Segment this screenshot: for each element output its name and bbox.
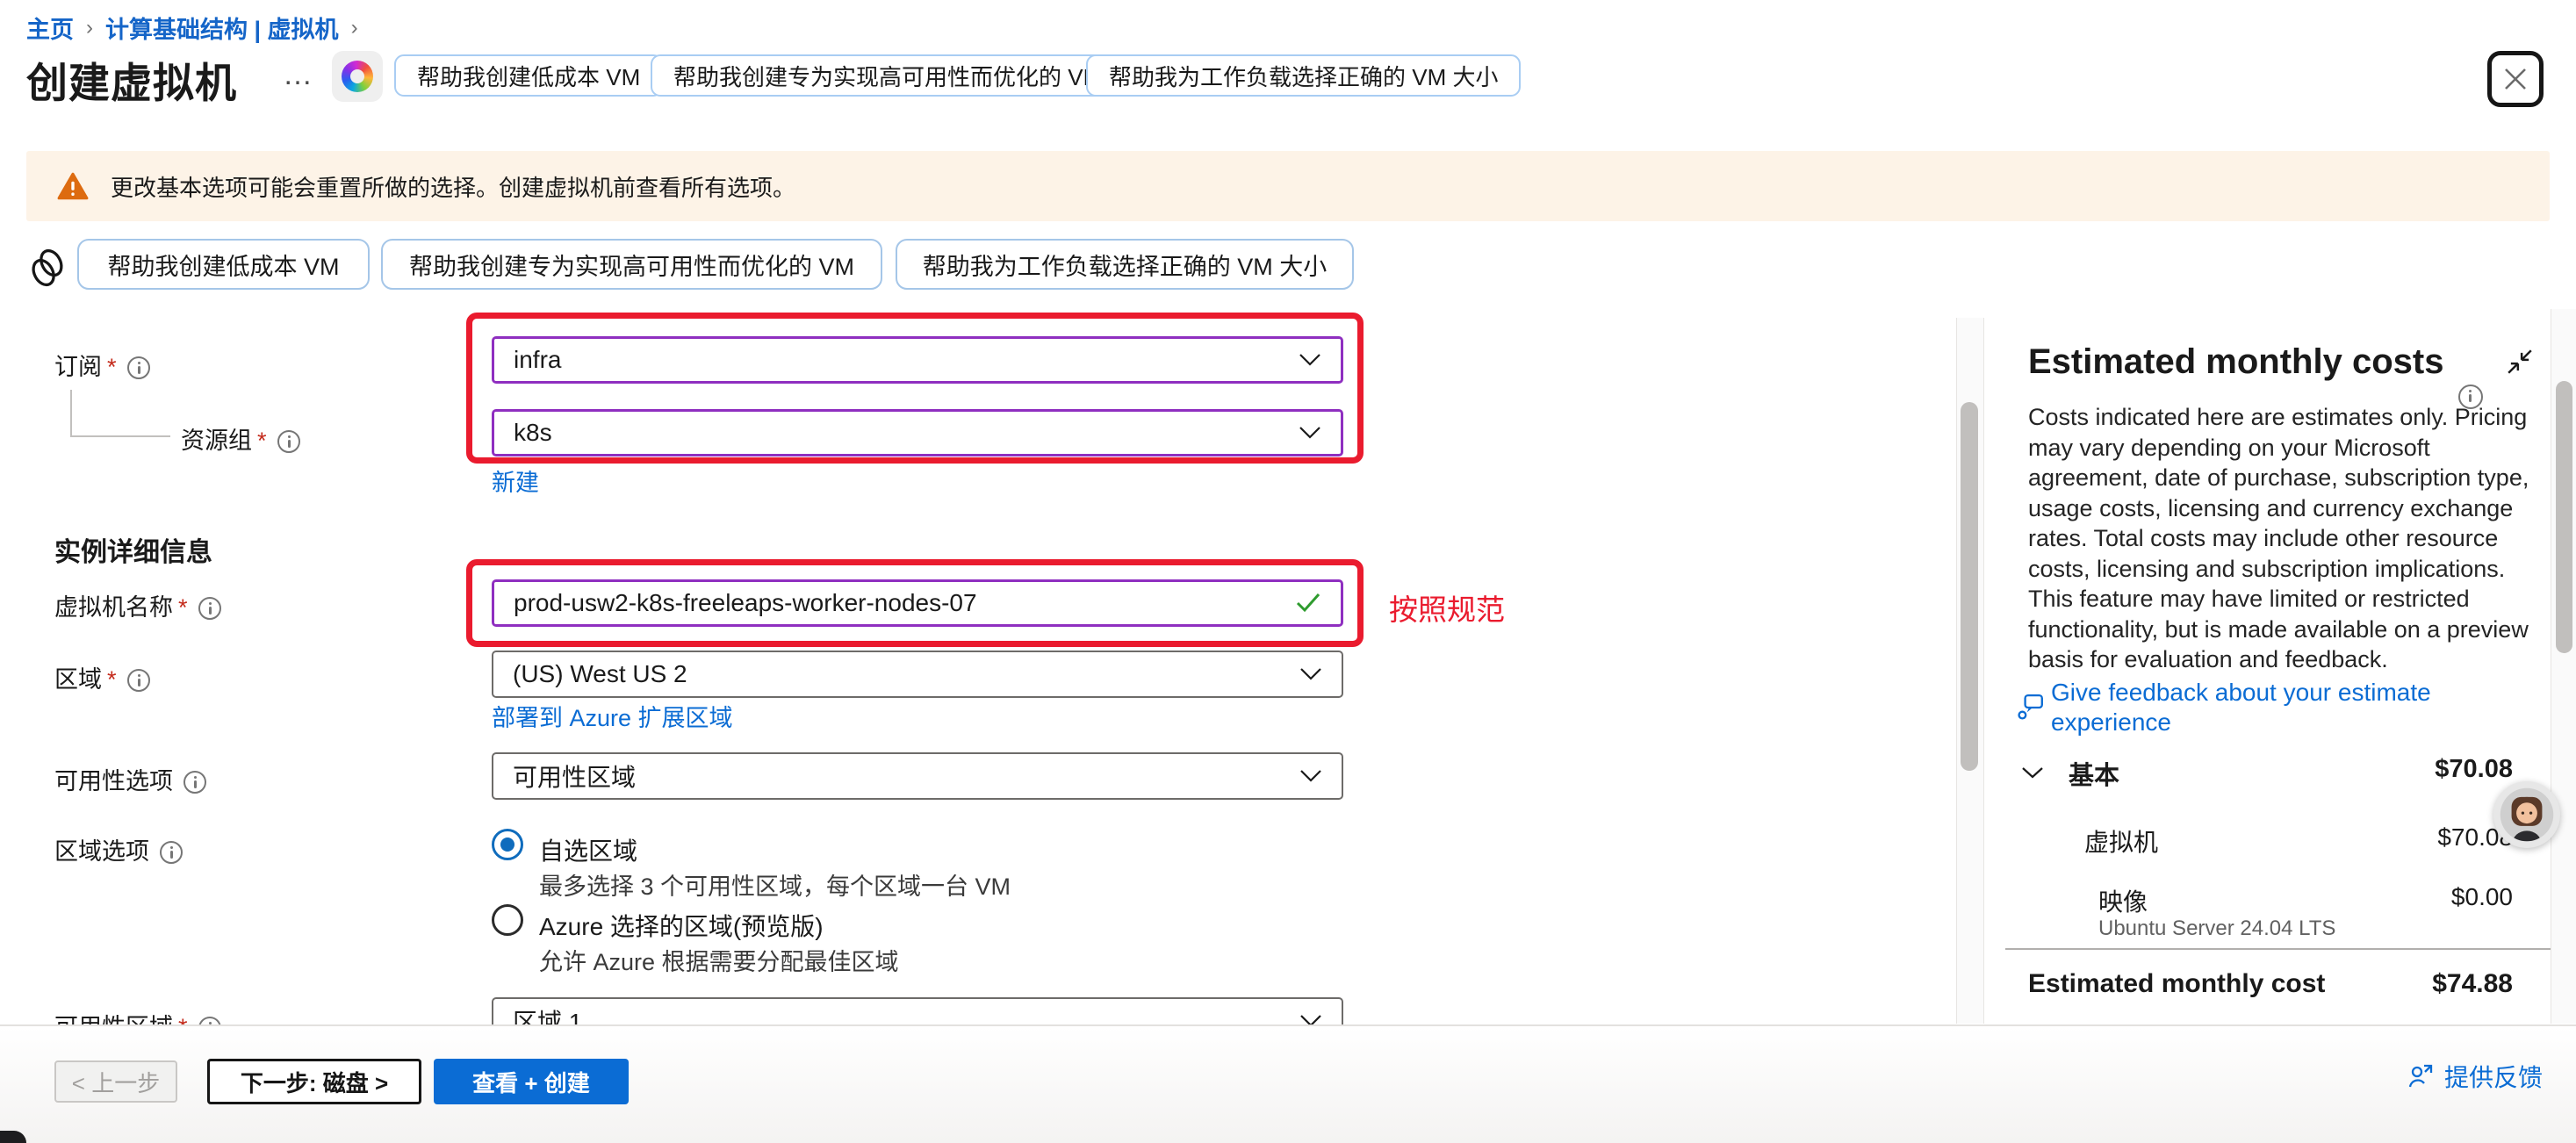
panel-scrollbar-thumb[interactable] <box>2556 381 2572 653</box>
feedback-footer-link[interactable]: 提供反馈 <box>2407 1059 2543 1094</box>
suggestion-vm-size-button-2[interactable]: 帮助我为工作负载选择正确的 VM 大小 <box>896 239 1354 290</box>
create-new-resource-group-link[interactable]: 新建 <box>492 464 539 498</box>
radio-azure-selected-zones-desc: 允许 Azure 根据需要分配最佳区域 <box>539 943 899 977</box>
total-cost-label: Estimated monthly cost <box>2028 969 2325 999</box>
subscription-value: infra <box>514 346 1299 374</box>
page-title: 创建虚拟机 <box>26 49 237 110</box>
suggestion-high-availability-button[interactable]: 帮助我创建专为实现高可用性而优化的 VM <box>651 54 1125 97</box>
costs-divider <box>2005 948 2553 950</box>
assistant-avatar[interactable] <box>2493 781 2560 848</box>
suggestion-low-cost-vm-button[interactable]: 帮助我创建低成本 VM <box>394 54 663 97</box>
breadcrumb-chevron-icon: › <box>351 16 358 40</box>
resource-group-value: k8s <box>514 419 1299 447</box>
cost-row-image-label: 映像 <box>2098 883 2148 918</box>
panel-scrollbar-track[interactable] <box>2551 309 2576 1024</box>
main-scrollbar-track[interactable] <box>1956 318 1984 1024</box>
annotation-note: 按照规范 <box>1389 586 1505 629</box>
breadcrumb-section-link[interactable]: 计算基础结构 | 虚拟机 <box>105 11 339 45</box>
give-feedback-icon <box>2018 694 2044 722</box>
copilot-outline-icon <box>28 248 67 288</box>
chevron-down-icon <box>1299 667 1322 681</box>
copilot-button[interactable] <box>332 51 383 102</box>
subscription-label: 订阅* <box>54 348 150 382</box>
create-vm-page: 主页 › 计算基础结构 | 虚拟机 › 创建虚拟机 … 帮助我创建低成本 VM … <box>0 0 2576 1143</box>
give-feedback-link[interactable]: Give feedback about your estimate experi… <box>2051 678 2516 737</box>
warning-icon <box>56 171 90 201</box>
feedback-footer-label: 提供反馈 <box>2444 1059 2543 1094</box>
warning-banner: 更改基本选项可能会重置所做的选择。创建虚拟机前查看所有选项。 <box>26 151 2550 221</box>
resource-group-dropdown[interactable]: k8s <box>492 409 1343 456</box>
radio-self-selected-zones-desc: 最多选择 3 个可用性区域，每个区域一台 VM <box>539 867 1011 902</box>
next-step-disks-button[interactable]: 下一步: 磁盘 > <box>207 1059 421 1104</box>
deploy-extended-zones-link[interactable]: 部署到 Azure 扩展区域 <box>492 699 733 733</box>
review-create-button[interactable]: 查看 + 创建 <box>434 1059 629 1104</box>
field-tree-connector <box>70 390 170 437</box>
suggestion-low-cost-vm-button-2[interactable]: 帮助我创建低成本 VM <box>77 239 370 290</box>
suggestion-vm-size-button[interactable]: 帮助我为工作负载选择正确的 VM 大小 <box>1086 54 1521 97</box>
breadcrumb: 主页 › 计算基础结构 | 虚拟机 › <box>26 11 371 45</box>
costs-panel-title: Estimated monthly costs <box>2028 342 2443 382</box>
vm-name-label: 虚拟机名称* <box>54 588 221 622</box>
suggestion-high-availability-button-2[interactable]: 帮助我创建专为实现高可用性而优化的 VM <box>381 239 882 290</box>
cost-row-vm-label: 虚拟机 <box>2084 823 2158 859</box>
resource-group-label: 资源组* <box>181 421 300 456</box>
clipped-field-region: 可用性区域* 区域 1 <box>0 990 1949 1024</box>
info-icon[interactable] <box>160 841 183 864</box>
breadcrumb-chevron-icon: › <box>86 16 93 40</box>
availability-options-dropdown[interactable]: 可用性区域 <box>492 752 1343 800</box>
person-feedback-icon <box>2407 1063 2434 1089</box>
close-icon <box>2502 66 2529 92</box>
collapse-panel-icon[interactable] <box>2506 348 2534 376</box>
info-icon[interactable] <box>127 669 150 692</box>
info-icon[interactable] <box>183 771 206 794</box>
total-cost-value: $74.88 <box>2311 969 2513 999</box>
chevron-down-icon <box>1299 353 1321 367</box>
instance-details-heading: 实例详细信息 <box>54 530 212 569</box>
copilot-icon <box>342 61 373 92</box>
avatar-image <box>2498 786 2556 844</box>
region-label: 区域* <box>54 660 150 694</box>
zone-options-label: 区域选项 <box>54 832 183 866</box>
radio-self-selected-zones[interactable] <box>492 829 523 860</box>
breadcrumb-home-link[interactable]: 主页 <box>26 11 74 45</box>
subscription-dropdown[interactable]: infra <box>492 336 1343 384</box>
radio-azure-selected-zones[interactable] <box>492 904 523 936</box>
cost-row-basic-label: 基本 <box>2069 755 2119 792</box>
radio-self-selected-zones-label[interactable]: 自选区域 <box>539 832 637 867</box>
availability-zone-dropdown[interactable]: 区域 1 <box>492 997 1343 1024</box>
info-icon[interactable] <box>198 1017 221 1024</box>
info-icon[interactable] <box>198 597 221 620</box>
radio-azure-selected-zones-label[interactable]: Azure 选择的区域(预览版) <box>539 908 824 943</box>
region-dropdown[interactable]: (US) West US 2 <box>492 651 1343 698</box>
availability-options-label: 可用性选项 <box>54 762 206 796</box>
availability-zone-value: 区域 1 <box>513 1003 1299 1024</box>
chevron-down-icon <box>1299 426 1321 440</box>
region-value: (US) West US 2 <box>513 660 1299 688</box>
costs-disclaimer: Costs indicated here are estimates only.… <box>2028 402 2541 675</box>
availability-zone-label: 可用性区域* <box>54 1008 221 1024</box>
main-scrollbar-thumb[interactable] <box>1961 402 1978 771</box>
expand-basic-chevron-icon[interactable] <box>2021 766 2044 780</box>
info-icon[interactable] <box>277 430 300 453</box>
more-options-button[interactable]: … <box>283 58 314 92</box>
vm-name-input[interactable]: prod-usw2-k8s-freeleaps-worker-nodes-07 <box>492 579 1343 627</box>
chevron-down-icon <box>1299 1014 1322 1024</box>
cost-row-image-value: $0.00 <box>2311 883 2513 911</box>
warning-text: 更改基本选项可能会重置所做的选择。创建虚拟机前查看所有选项。 <box>111 170 795 203</box>
vm-name-value: prod-usw2-k8s-freeleaps-worker-nodes-07 <box>514 589 1295 617</box>
previous-step-button[interactable]: < 上一步 <box>54 1060 177 1103</box>
cost-row-vm-value: $70.08 <box>2311 823 2513 852</box>
availability-options-value: 可用性区域 <box>513 758 1299 794</box>
chevron-down-icon <box>1299 769 1322 783</box>
close-button[interactable] <box>2487 51 2544 107</box>
cost-row-image-sub: Ubuntu Server 24.04 LTS <box>2098 917 2335 941</box>
info-icon[interactable] <box>127 356 150 379</box>
cost-row-basic-value: $70.08 <box>2311 755 2513 784</box>
valid-check-icon <box>1295 592 1321 615</box>
